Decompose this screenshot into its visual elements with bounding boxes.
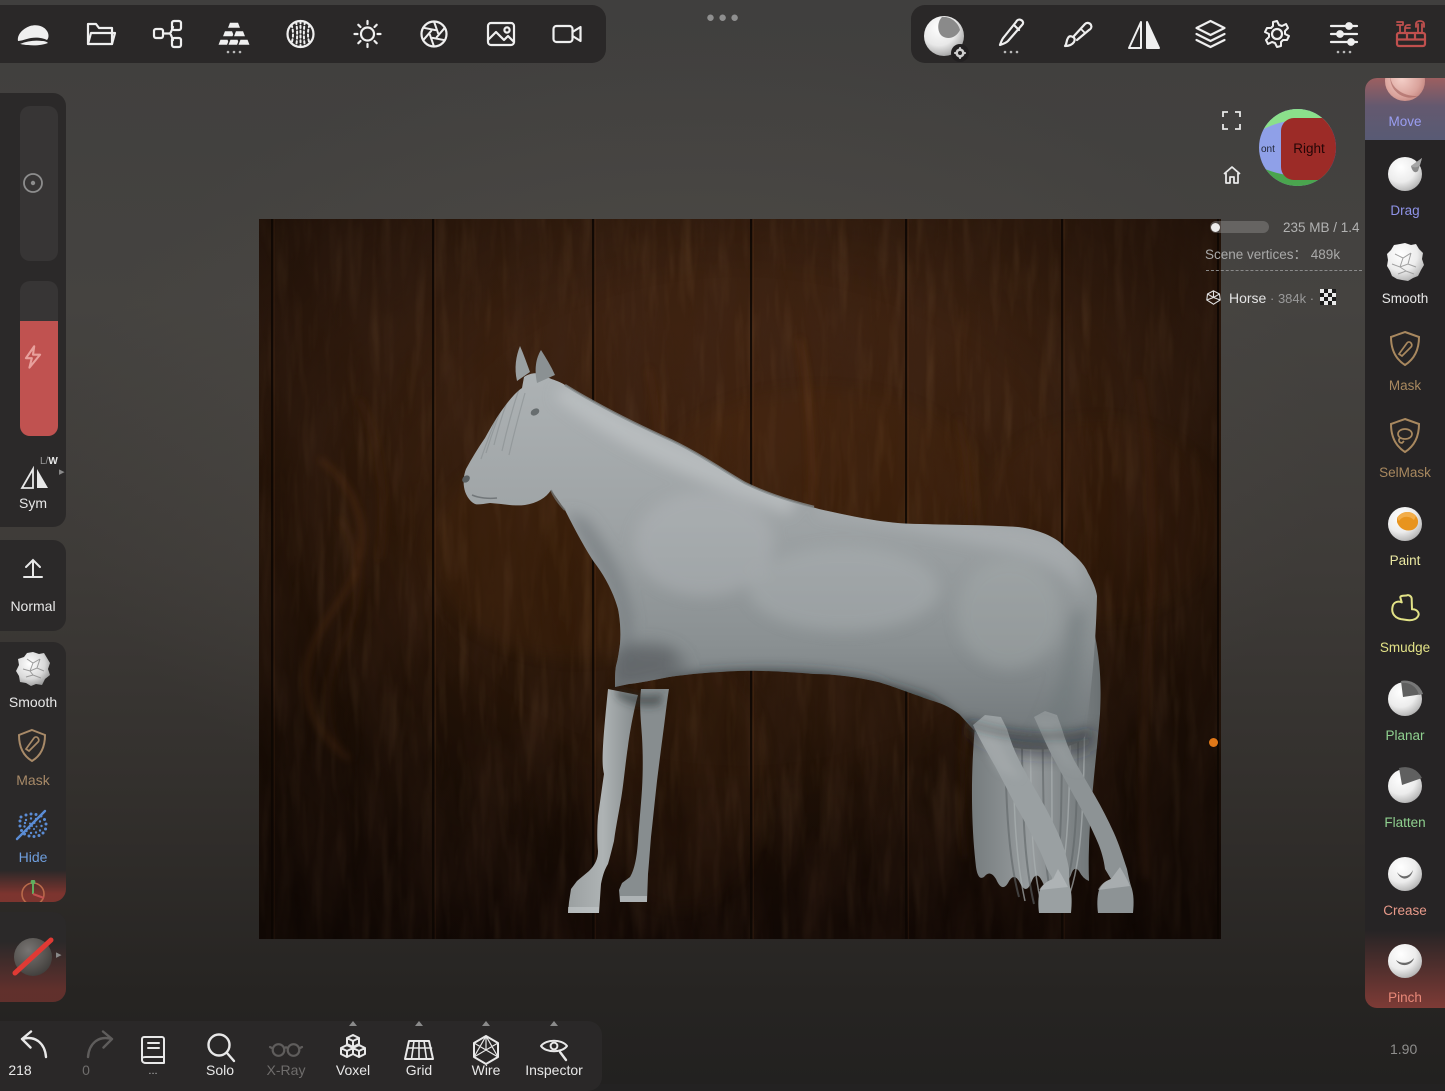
svg-text:Flatten: Flatten	[1384, 815, 1425, 830]
svg-text:ont: ont	[1261, 144, 1275, 155]
svg-text:Crease: Crease	[1383, 903, 1427, 918]
svg-text:Drag: Drag	[1390, 203, 1419, 218]
svg-text:Planar: Planar	[1385, 728, 1425, 743]
svg-text:Pinch: Pinch	[1388, 990, 1422, 1005]
svg-text:Smooth: Smooth	[1382, 291, 1429, 306]
svg-text:Smudge: Smudge	[1380, 640, 1430, 655]
svg-text:Right: Right	[1293, 141, 1325, 156]
svg-text:Move: Move	[1388, 114, 1421, 129]
svg-text:SelMask: SelMask	[1379, 465, 1431, 480]
svg-text:Mask: Mask	[1389, 378, 1422, 393]
svg-text:Paint: Paint	[1390, 553, 1421, 568]
